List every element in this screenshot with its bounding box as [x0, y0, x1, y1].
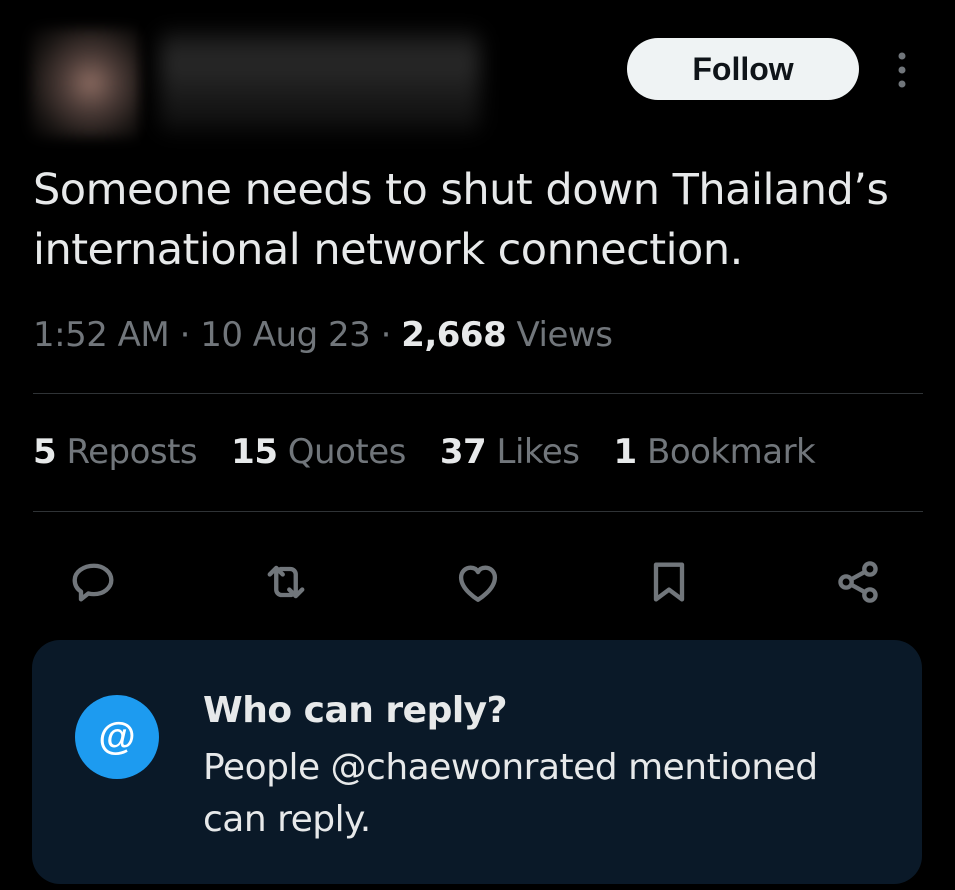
divider	[33, 393, 923, 394]
views-count: 2,668	[401, 315, 507, 355]
tweet-meta: 1:52 AM · 10 Aug 23 · 2,668 Views	[33, 315, 613, 355]
meta-separator: ·	[380, 315, 392, 355]
reply-card-description: People @chaewonrated mentioned can reply…	[203, 747, 818, 840]
action-bar	[0, 540, 955, 620]
quotes-count: 15	[231, 432, 278, 472]
bookmarks-stat[interactable]: 1 Bookmark	[614, 432, 816, 472]
reposts-stat[interactable]: 5 Reposts	[33, 432, 198, 472]
reply-card-title: Who can reply?	[203, 690, 508, 731]
share-icon	[838, 561, 878, 603]
likes-count: 37	[439, 432, 487, 472]
reply-button[interactable]	[62, 550, 126, 614]
more-options-button[interactable]	[885, 42, 919, 98]
bookmark-icon	[653, 562, 685, 602]
mention-icon: @	[75, 695, 159, 779]
reposts-count: 5	[33, 432, 57, 472]
quotes-stat[interactable]: 15 Quotes	[231, 432, 406, 472]
bookmark-button[interactable]	[637, 550, 701, 614]
follow-button[interactable]: Follow	[627, 38, 859, 100]
share-button[interactable]	[826, 550, 890, 614]
reply-icon	[72, 563, 114, 602]
bookmarks-count: 1	[613, 432, 638, 472]
repost-button[interactable]	[254, 550, 318, 614]
meta-separator: ·	[179, 315, 191, 355]
likes-stat[interactable]: 37 Likes	[440, 432, 580, 472]
divider	[33, 511, 923, 512]
repost-icon	[267, 565, 305, 599]
tweet-header: Follow	[0, 0, 955, 150]
reposts-label: Reposts	[66, 432, 198, 472]
bookmarks-label: Bookmark	[647, 432, 816, 472]
views-label: Views	[516, 315, 613, 355]
who-can-reply-card[interactable]: @ Who can reply? People @chaewonrated me…	[32, 640, 922, 884]
tweet-date[interactable]: 10 Aug 23	[200, 315, 371, 355]
quotes-label: Quotes	[287, 432, 407, 472]
author-name[interactable]	[160, 32, 480, 132]
likes-label: Likes	[496, 432, 581, 472]
avatar[interactable]	[30, 28, 140, 138]
more-vertical-icon	[898, 52, 906, 88]
tweet-text: Someone needs to shut down Thailand’s in…	[33, 165, 889, 275]
engagement-stats: 5 Reposts 15 Quotes 37 Likes 1 Bookmark	[33, 432, 849, 472]
like-button[interactable]	[446, 550, 510, 614]
like-icon	[458, 565, 498, 602]
tweet-time[interactable]: 1:52 AM	[33, 315, 170, 355]
